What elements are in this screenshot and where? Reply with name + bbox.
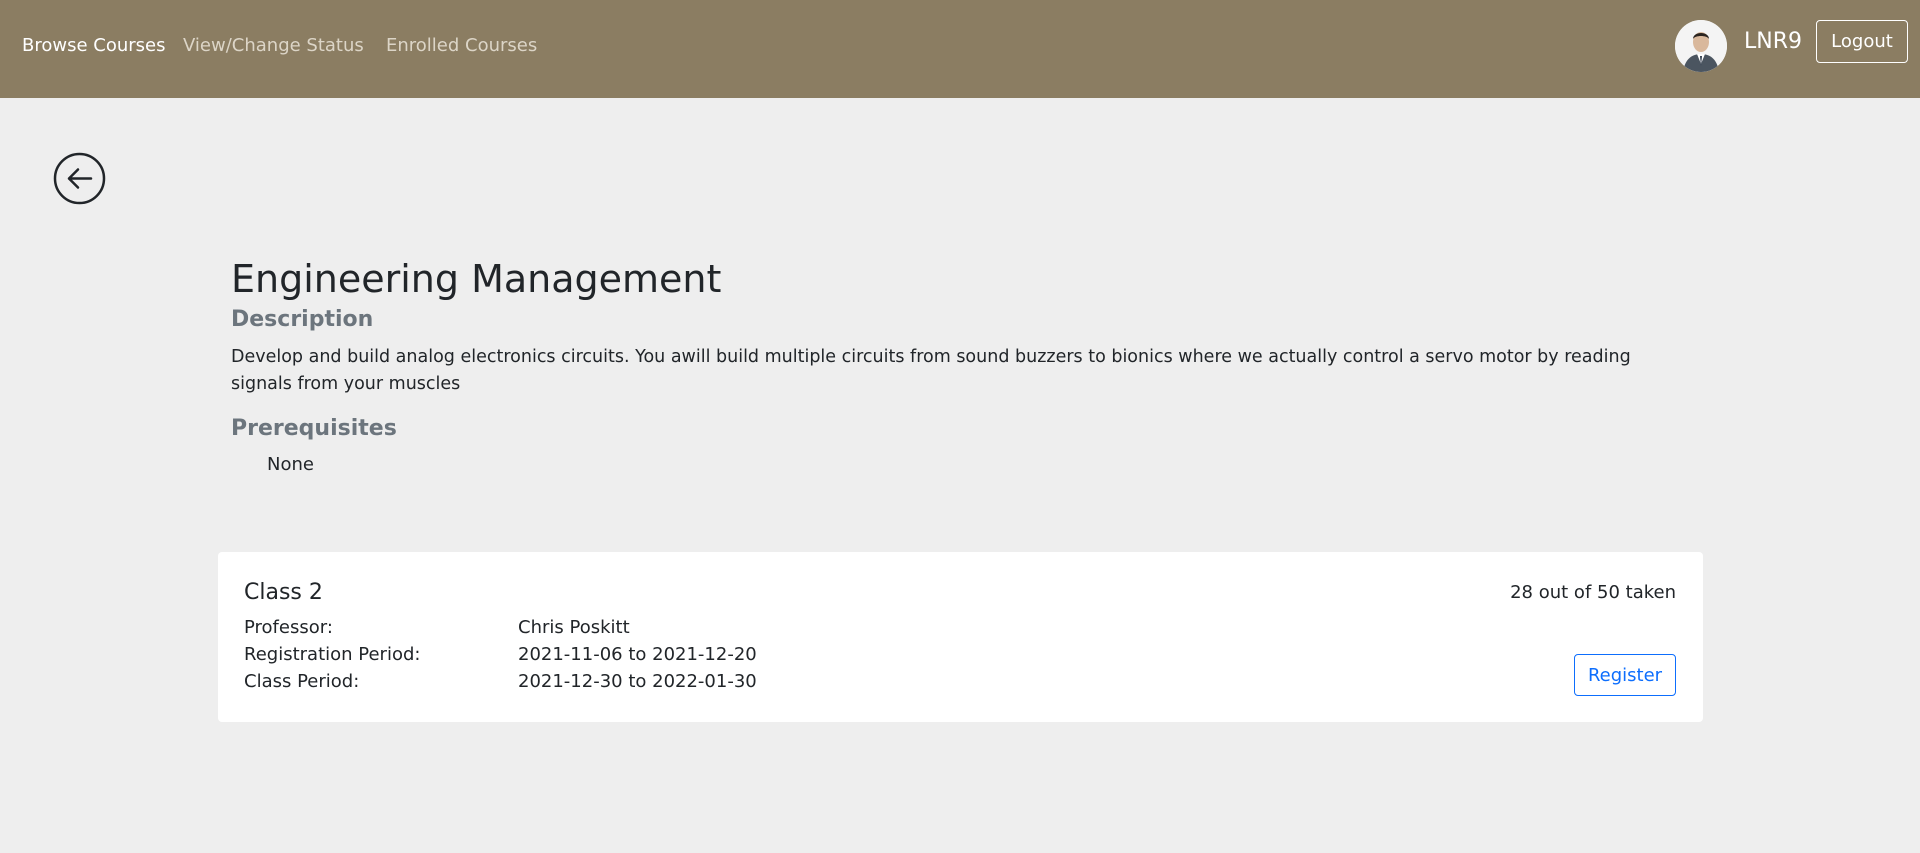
registration-period-value: 2021-11-06 to 2021-12-20 xyxy=(518,644,757,665)
prerequisite-item: None xyxy=(267,454,314,475)
seats-taken: 28 out of 50 taken xyxy=(1510,582,1676,603)
description-heading: Description xyxy=(231,307,374,332)
logout-button[interactable]: Logout xyxy=(1816,20,1908,63)
nav-link-enrolled-courses[interactable]: Enrolled Courses xyxy=(386,34,537,58)
avatar[interactable] xyxy=(1675,20,1727,72)
register-button[interactable]: Register xyxy=(1574,654,1676,696)
professor-label: Professor: xyxy=(244,617,333,638)
course-title: Engineering Management xyxy=(231,257,722,301)
class-period-value: 2021-12-30 to 2022-01-30 xyxy=(518,671,757,692)
nav-link-view-change-status[interactable]: View/Change Status xyxy=(183,34,364,58)
arrow-left-circle-icon xyxy=(53,152,106,205)
class-name: Class 2 xyxy=(244,580,323,605)
registration-period-label: Registration Period: xyxy=(244,644,421,665)
professor-value: Chris Poskitt xyxy=(518,617,630,638)
nav-link-browse-courses[interactable]: Browse Courses xyxy=(22,34,165,58)
username[interactable]: LNR9 xyxy=(1744,27,1802,57)
class-period-label: Class Period: xyxy=(244,671,360,692)
class-card: Class 2 28 out of 50 taken Professor: Ch… xyxy=(218,552,1703,722)
back-button[interactable] xyxy=(53,152,106,205)
top-navbar: Browse Courses View/Change Status Enroll… xyxy=(0,0,1920,98)
prerequisites-heading: Prerequisites xyxy=(231,416,397,441)
user-avatar-icon xyxy=(1675,20,1727,72)
course-description: Develop and build analog electronics cir… xyxy=(231,347,1631,394)
